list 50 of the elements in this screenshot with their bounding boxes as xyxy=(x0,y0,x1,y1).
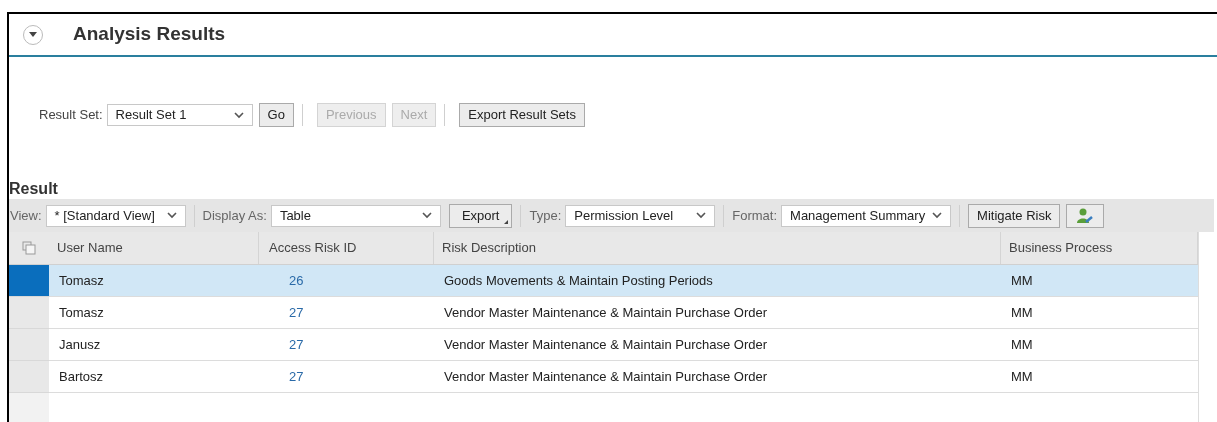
panel-title: Analysis Results xyxy=(73,22,226,47)
field-label: Result Set: xyxy=(39,106,103,125)
collapse-toggle[interactable] xyxy=(23,24,43,45)
user-settings-button[interactable] xyxy=(1066,203,1105,228)
table-cell-text: Tomasz xyxy=(59,271,104,290)
table-row[interactable]: Tomasz 26 Goods Movements & Maintain Posting Periods MM xyxy=(49,265,1198,297)
column-header[interactable]: Access Risk ID xyxy=(269,238,357,258)
toolbar-button[interactable]: Export Result Sets xyxy=(459,103,585,127)
caret-icon xyxy=(29,31,37,38)
table-cell-text: Vendor Master Maintenance & Maintain Purchase Order xyxy=(444,303,767,322)
dropdown-field[interactable]: Permission Level xyxy=(565,204,716,227)
chevron-down-icon xyxy=(932,212,943,219)
risk-id-link[interactable]: 26 xyxy=(289,270,304,291)
dropdown-field[interactable]: Result Set 1 xyxy=(106,104,253,126)
export-button[interactable]: Export xyxy=(448,203,513,228)
table-cell-text: MM xyxy=(1011,367,1033,386)
risk-id-link[interactable]: 27 xyxy=(289,334,304,355)
column-header[interactable]: Risk Description xyxy=(442,238,536,258)
chevron-down-icon xyxy=(166,212,177,219)
row-selector[interactable] xyxy=(9,265,49,297)
table-cell-text: MM xyxy=(1011,303,1033,322)
field-label: Display As: xyxy=(202,206,267,225)
table-cell-text: Tomasz xyxy=(59,303,104,322)
column-header[interactable]: User Name xyxy=(57,238,123,258)
dropdown-field[interactable]: Management Summary xyxy=(781,204,952,227)
chevron-down-icon xyxy=(421,212,432,219)
table-cell-text: Goods Movements & Maintain Posting Periods xyxy=(444,271,713,290)
section-title: Result xyxy=(9,179,59,199)
field-label: View: xyxy=(10,206,42,225)
table-cell-text: Vendor Master Maintenance & Maintain Purchase Order xyxy=(444,367,767,386)
chevron-down-icon xyxy=(233,111,244,119)
risk-id-link[interactable]: 27 xyxy=(289,302,304,323)
select-all-icon[interactable] xyxy=(22,241,36,255)
table-cell-text: Janusz xyxy=(59,335,101,354)
empty-row-selector xyxy=(9,393,49,422)
risk-id-link[interactable]: 27 xyxy=(289,366,304,387)
table-cell-text: Vendor Master Maintenance & Maintain Purchase Order xyxy=(444,335,767,354)
table-cell-text: MM xyxy=(1011,271,1033,290)
dropdown-field[interactable]: * [Standard View] xyxy=(45,204,186,227)
table-cell-text: MM xyxy=(1011,335,1033,354)
corner-arrow-icon xyxy=(504,219,509,224)
field-label: Type: xyxy=(529,206,562,225)
table-cell-text: Bartosz xyxy=(59,367,104,386)
dropdown-field[interactable]: Table xyxy=(270,204,441,227)
toolbar-button[interactable]: Go xyxy=(258,103,294,127)
toolbar-button[interactable]: Mitigate Risk xyxy=(968,203,1061,228)
user-wrench-icon xyxy=(1076,206,1095,225)
column-header[interactable]: Business Process xyxy=(1009,238,1113,258)
chevron-down-icon xyxy=(696,212,707,219)
field-label: Format: xyxy=(732,206,778,225)
